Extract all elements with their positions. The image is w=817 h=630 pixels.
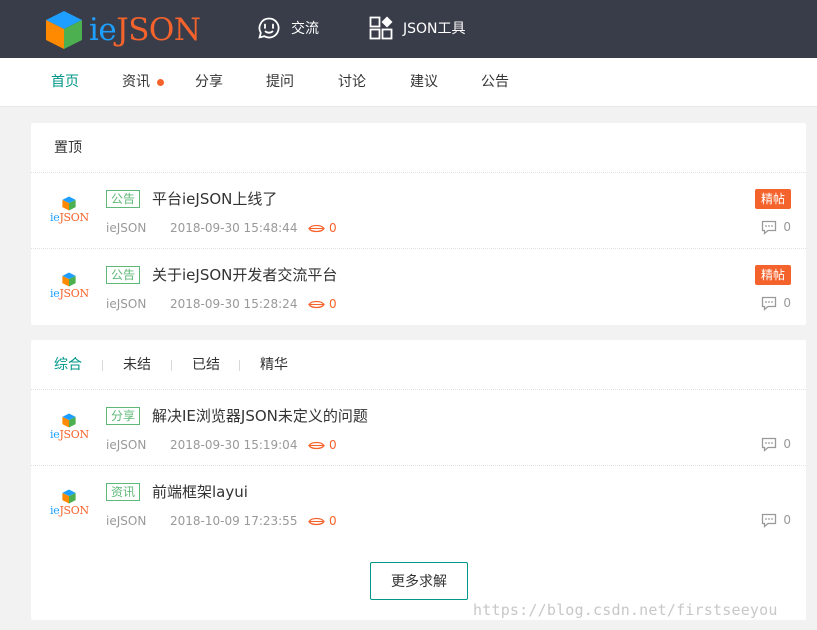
comment-icon bbox=[762, 220, 777, 235]
post-list-panel: 综合 未结 已结 精华 ieJSON 分享 解决IE浏览器JSON未定义的问题 … bbox=[31, 340, 806, 620]
views-eye-icon bbox=[308, 441, 325, 450]
nav-json-tools-label: JSON工具 bbox=[403, 21, 466, 37]
avatar-text: ieJSON bbox=[50, 211, 89, 225]
chat-bubble-icon bbox=[258, 17, 280, 39]
avatar-text-json: JSON bbox=[59, 504, 89, 517]
post-meta: ieJSON 2018-09-30 15:48:44 0 bbox=[106, 220, 337, 236]
avatar-text: ieJSON bbox=[50, 287, 89, 301]
category-news[interactable]: 资讯 bbox=[122, 73, 150, 91]
reply-count: 0 bbox=[761, 219, 791, 235]
post-meta: ieJSON 2018-09-30 15:19:04 0 bbox=[106, 437, 337, 453]
nav-chat[interactable]: 交流 bbox=[257, 14, 319, 42]
avatar-text: ieJSON bbox=[50, 428, 89, 442]
post-row[interactable]: ieJSON 公告 关于ieJSON开发者交流平台 ieJSON 2018-09-… bbox=[31, 249, 806, 325]
filter-all[interactable]: 综合 bbox=[54, 356, 82, 374]
filter-unresolved[interactable]: 未结 bbox=[123, 356, 151, 374]
views-eye-icon bbox=[308, 517, 325, 526]
view-count: 0 bbox=[329, 297, 337, 311]
avatar-text: ieJSON bbox=[50, 504, 89, 518]
site-logo[interactable]: ieJSON bbox=[45, 9, 201, 51]
apps-grid-icon bbox=[369, 16, 393, 40]
reply-count-value: 0 bbox=[783, 513, 791, 527]
post-row[interactable]: ieJSON 分享 解决IE浏览器JSON未定义的问题 ieJSON 2018-0… bbox=[31, 390, 806, 466]
post-time: 2018-09-30 15:19:04 bbox=[170, 438, 298, 452]
views-eye-icon bbox=[308, 300, 325, 309]
post-time: 2018-09-30 15:48:44 bbox=[170, 221, 298, 235]
top-header: ieJSON 交流 JSON工具 bbox=[0, 0, 817, 58]
logo-text-ie: ie bbox=[89, 11, 117, 48]
category-share[interactable]: 分享 bbox=[195, 73, 223, 91]
category-tag[interactable]: 公告 bbox=[106, 190, 141, 208]
post-row[interactable]: ieJSON 资讯 前端框架layui ieJSON 2018-10-09 17:… bbox=[31, 466, 806, 542]
category-discussion[interactable]: 讨论 bbox=[338, 73, 366, 91]
logo-text-json: JSON bbox=[116, 11, 201, 48]
featured-badge: 精帖 bbox=[754, 265, 791, 285]
category-nav: 首页 资讯 分享 提问 讨论 建议 公告 bbox=[0, 58, 817, 107]
post-author[interactable]: ieJSON bbox=[106, 220, 170, 236]
author-avatar[interactable]: ieJSON bbox=[50, 489, 89, 523]
view-count: 0 bbox=[329, 514, 337, 528]
author-avatar[interactable]: ieJSON bbox=[50, 413, 89, 447]
view-count: 0 bbox=[329, 221, 337, 235]
filter-divider bbox=[171, 360, 172, 371]
load-more-button[interactable]: 更多求解 bbox=[370, 562, 468, 600]
avatar-text-json: JSON bbox=[59, 287, 89, 300]
cube-logo-icon bbox=[62, 272, 76, 287]
pinned-heading: 置顶 bbox=[31, 123, 806, 173]
reply-count-value: 0 bbox=[783, 296, 791, 310]
category-tag[interactable]: 公告 bbox=[106, 266, 141, 284]
category-questions[interactable]: 提问 bbox=[266, 73, 294, 91]
cube-logo-icon bbox=[62, 489, 76, 504]
view-count: 0 bbox=[329, 438, 337, 452]
comment-icon bbox=[762, 513, 777, 528]
reply-count-value: 0 bbox=[783, 220, 791, 234]
post-title[interactable]: 解决IE浏览器JSON未定义的问题 bbox=[152, 406, 368, 426]
post-meta: ieJSON 2018-09-30 15:28:24 0 bbox=[106, 296, 337, 312]
cube-logo-icon bbox=[62, 413, 76, 428]
avatar-text-json: JSON bbox=[59, 211, 89, 224]
featured-badge: 精帖 bbox=[754, 189, 791, 209]
filter-divider bbox=[239, 360, 240, 371]
author-avatar[interactable]: ieJSON bbox=[50, 196, 89, 230]
post-author[interactable]: ieJSON bbox=[106, 513, 170, 529]
nav-json-tools[interactable]: JSON工具 bbox=[369, 14, 466, 42]
comment-icon bbox=[762, 296, 777, 311]
cube-logo-icon bbox=[62, 196, 76, 211]
reply-count-value: 0 bbox=[783, 437, 791, 451]
post-title[interactable]: 关于ieJSON开发者交流平台 bbox=[152, 265, 337, 285]
reply-count: 0 bbox=[761, 512, 791, 528]
post-title[interactable]: 前端框架layui bbox=[152, 482, 248, 502]
category-tag[interactable]: 资讯 bbox=[106, 483, 141, 501]
post-author[interactable]: ieJSON bbox=[106, 296, 170, 312]
reply-count: 0 bbox=[761, 295, 791, 311]
post-time: 2018-09-30 15:28:24 bbox=[170, 297, 298, 311]
cube-logo-icon bbox=[46, 11, 82, 49]
reply-count: 0 bbox=[761, 436, 791, 452]
logo-text: ieJSON bbox=[89, 11, 201, 48]
post-title[interactable]: 平台ieJSON上线了 bbox=[152, 189, 277, 209]
post-author[interactable]: ieJSON bbox=[106, 437, 170, 453]
filter-divider bbox=[102, 360, 103, 371]
nav-chat-label: 交流 bbox=[291, 21, 319, 37]
new-content-dot bbox=[157, 79, 164, 86]
filter-resolved[interactable]: 已结 bbox=[192, 356, 220, 374]
watermark-url: https://blog.csdn.net/firstseeyou bbox=[473, 601, 778, 619]
category-home[interactable]: 首页 bbox=[51, 73, 79, 91]
author-avatar[interactable]: ieJSON bbox=[50, 272, 89, 306]
category-announcements[interactable]: 公告 bbox=[481, 73, 509, 91]
post-row[interactable]: ieJSON 公告 平台ieJSON上线了 ieJSON 2018-09-30 1… bbox=[31, 173, 806, 249]
post-time: 2018-10-09 17:23:55 bbox=[170, 514, 298, 528]
comment-icon bbox=[762, 437, 777, 452]
filter-bar: 综合 未结 已结 精华 bbox=[31, 340, 806, 390]
filter-featured[interactable]: 精华 bbox=[260, 356, 288, 374]
category-suggestions[interactable]: 建议 bbox=[410, 73, 438, 91]
category-tag[interactable]: 分享 bbox=[106, 407, 141, 425]
views-eye-icon bbox=[308, 224, 325, 233]
avatar-text-json: JSON bbox=[59, 428, 89, 441]
post-meta: ieJSON 2018-10-09 17:23:55 0 bbox=[106, 513, 337, 529]
pinned-panel: 置顶 ieJSON 公告 平台ieJSON上线了 ieJSON 2018-09-3… bbox=[31, 123, 806, 325]
